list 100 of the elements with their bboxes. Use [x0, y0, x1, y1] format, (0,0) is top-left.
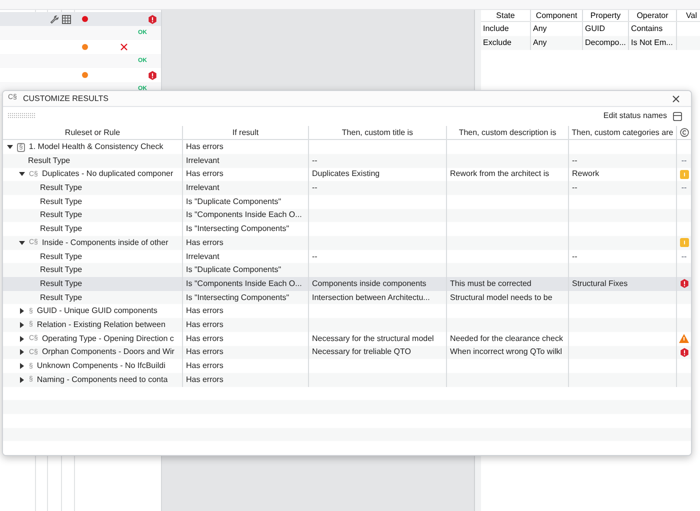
- title-cell: Necessary for treliable QTO: [312, 346, 411, 358]
- categories-cell: --: [572, 182, 578, 194]
- wrench-icon[interactable]: [50, 14, 59, 24]
- if-result-cell: Has errors: [186, 318, 224, 331]
- if-result-cell: Is "Intersecting Components": [186, 292, 290, 304]
- rule-name: Inside - Components inside of other: [42, 236, 168, 249]
- title-cell: --: [312, 250, 318, 263]
- description-cell: This must be corrected: [450, 278, 532, 290]
- if-result-cell: Has errors: [186, 305, 224, 318]
- rule-name: Unknown Compenents - No IfcBuildi: [36, 360, 166, 372]
- table-row[interactable]: Result Type Is "Duplicate Components": [3, 263, 691, 278]
- column-header: Then, custom categories are: [572, 126, 674, 139]
- caret-right-icon[interactable]: [19, 322, 25, 328]
- if-result-cell: Is "Components Inside Each O...: [186, 278, 302, 290]
- if-result-cell: Has errors: [186, 332, 224, 345]
- title-cell: Components inside components: [312, 278, 426, 290]
- description-cell: Needed for the clearance check: [450, 332, 563, 345]
- caret-right-icon[interactable]: [19, 363, 25, 370]
- table-icon[interactable]: [62, 14, 71, 24]
- rule-name: 1. Model Health & Consistency Check: [28, 141, 164, 154]
- column-header: Operator: [636, 10, 668, 21]
- rule-name: Relation - Existing Relation between: [36, 318, 166, 331]
- caret-down-icon[interactable]: [19, 171, 25, 178]
- panel-icon[interactable]: [673, 112, 682, 121]
- if-result-cell: Has errors: [186, 360, 224, 372]
- if-result-cell: Irrelevant: [186, 182, 220, 194]
- table-cell: Any: [533, 23, 547, 35]
- table-cell: Any: [533, 37, 547, 49]
- table-row[interactable]: Result Type Is "Duplicate Components": [3, 194, 691, 209]
- rule-name: Naming - Components need to conta: [36, 374, 168, 386]
- status-text: --: [681, 182, 687, 194]
- rule-name: Result Type: [40, 278, 82, 290]
- column-header: If result: [232, 126, 259, 139]
- rule-name: GUID - Unique GUID components: [36, 305, 158, 318]
- table-row[interactable]: Result Type Is "Intersecting Components" Intersection between Architectu... Structural model needs to be: [3, 290, 691, 304]
- result-row[interactable]: [0, 12, 161, 26]
- rule-name: Result Type: [40, 182, 82, 194]
- column-header: Then, custom title is: [342, 126, 414, 139]
- rule-name: Result Type: [40, 209, 82, 222]
- if-result-cell: Has errors: [186, 346, 224, 358]
- table-cell: Contains: [631, 23, 663, 35]
- if-result-cell: Has errors: [186, 141, 224, 154]
- if-result-cell: Is "Intersecting Components": [186, 223, 290, 236]
- categories-cell: --: [572, 154, 578, 167]
- table-row[interactable]: Result Type Is "Components Inside Each O... Components inside components This must be corrected Structural Fixes: [3, 277, 691, 291]
- if-result-cell: Has errors: [186, 374, 224, 386]
- categories-cell: --: [572, 250, 578, 263]
- caret-right-icon[interactable]: [19, 308, 25, 314]
- edit-status-names-link[interactable]: Edit status names: [603, 110, 667, 122]
- description-cell: Structural model needs to be: [450, 292, 552, 304]
- rule-name: Result Type: [28, 154, 70, 167]
- title-cell: Intersection between Architectu...: [312, 292, 430, 304]
- close-icon[interactable]: [672, 94, 680, 103]
- column-header: Val: [686, 10, 697, 21]
- status-column-icon: [680, 128, 688, 138]
- column-header: Then, custom description is: [458, 126, 556, 139]
- rule-name: Result Type: [40, 223, 82, 236]
- title-cell: Duplicates Existing: [312, 168, 380, 180]
- caret-down-icon[interactable]: [7, 144, 13, 150]
- table-row[interactable]: Result Type Irrelevant -- -- --: [3, 181, 691, 195]
- rule-name: Operating Type - Opening Direction c: [42, 332, 174, 345]
- if-result-cell: Is "Duplicate Components": [186, 196, 282, 208]
- title-cell: --: [312, 182, 318, 194]
- if-result-cell: Is "Duplicate Components": [186, 264, 282, 276]
- column-header: Property: [590, 10, 621, 21]
- rule-name: Duplicates - No duplicated componer: [42, 168, 174, 180]
- rule-name: Result Type: [40, 250, 82, 263]
- rule-name: Result Type: [40, 196, 82, 208]
- categories-cell: Structural Fixes: [572, 278, 628, 290]
- rule-name: Result Type: [40, 264, 82, 276]
- table-row[interactable]: Result Type Irrelevant -- -- --: [3, 250, 691, 264]
- description-cell: When incorrect wrong QTo wilkl: [450, 346, 562, 358]
- if-result-cell: Irrelevant: [186, 154, 220, 167]
- title-cell: Necessary for the structural model: [312, 332, 434, 345]
- caret-right-icon[interactable]: [19, 376, 25, 383]
- table-cell: Decompo...: [585, 37, 626, 49]
- caret-right-icon[interactable]: [19, 349, 25, 356]
- if-result-cell: Is "Components Inside Each O...: [186, 209, 302, 222]
- column-header: Ruleset or Rule: [64, 126, 120, 139]
- table-cell: Exclude: [483, 37, 512, 49]
- table-cell: Is Not Em...: [631, 37, 673, 49]
- status-text: --: [681, 154, 687, 167]
- title-cell: --: [312, 154, 318, 167]
- column-header: State: [496, 10, 515, 21]
- rule-name: Result Type: [40, 292, 82, 304]
- categories-cell: Rework: [572, 168, 600, 180]
- table-cell: Include: [483, 23, 509, 35]
- description-cell: Rework from the architect is: [450, 168, 550, 180]
- if-result-cell: Has errors: [186, 236, 224, 249]
- rule-name: Orphan Components - Doors and Wir: [42, 346, 174, 358]
- caret-right-icon[interactable]: [19, 336, 25, 342]
- table-row[interactable]: Result Type Is "Intersecting Components": [3, 222, 691, 236]
- table-row[interactable]: Result Type Irrelevant -- -- --: [3, 154, 691, 168]
- if-result-cell: Irrelevant: [186, 250, 220, 263]
- column-header: Component: [536, 10, 578, 21]
- if-result-cell: Has errors: [186, 168, 224, 180]
- table-row[interactable]: Result Type Is "Components Inside Each O...: [3, 208, 691, 222]
- status-text: --: [681, 250, 687, 263]
- caret-down-icon[interactable]: [19, 240, 25, 246]
- table-cell: GUID: [585, 23, 605, 35]
